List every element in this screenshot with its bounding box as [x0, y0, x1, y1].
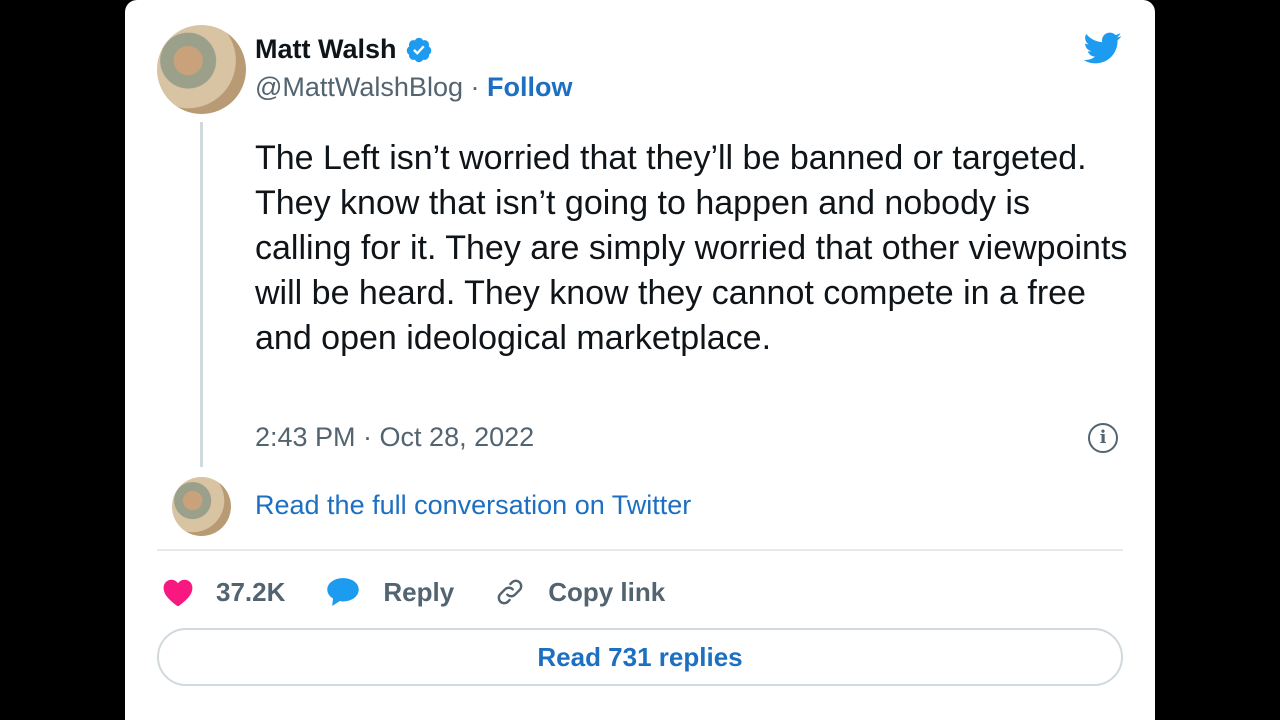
speech-bubble-icon	[327, 578, 360, 606]
like-count: 37.2K	[216, 576, 286, 607]
author-name-row[interactable]: Matt Walsh	[255, 34, 433, 65]
read-full-conversation-link[interactable]: Read the full conversation on Twitter	[255, 490, 691, 521]
author-handle-row: @MattWalshBlog · Follow	[255, 72, 573, 103]
thread-connector-line	[200, 122, 203, 467]
twitter-bird-icon[interactable]	[1079, 28, 1125, 68]
reply-button[interactable]: Reply	[325, 576, 454, 608]
tweet-embed-card: Matt Walsh @MattWalshBlog · Follow The L…	[125, 0, 1155, 720]
tweet-timestamp[interactable]: 2:43 PM · Oct 28, 2022	[255, 422, 534, 453]
divider	[157, 549, 1123, 551]
copy-link-label: Copy link	[548, 576, 666, 607]
reply-label: Reply	[383, 576, 455, 607]
follow-button[interactable]: Follow	[487, 72, 572, 102]
author-avatar[interactable]	[157, 25, 246, 114]
copy-link-button[interactable]: Copy link	[494, 576, 665, 608]
heart-icon	[163, 579, 193, 607]
author-name[interactable]: Matt Walsh	[255, 34, 397, 65]
info-icon[interactable]: i	[1088, 423, 1118, 453]
author-handle[interactable]: @MattWalshBlog	[255, 72, 463, 102]
conversation-avatar[interactable]	[172, 477, 231, 536]
read-replies-button[interactable]: Read 731 replies	[157, 628, 1123, 686]
tweet-text: The Left isn’t worried that they’ll be b…	[255, 139, 1128, 357]
link-icon	[497, 579, 523, 605]
like-button[interactable]: 37.2K	[162, 577, 285, 608]
verified-badge-icon	[406, 37, 431, 62]
handle-separator: ·	[470, 72, 480, 102]
action-bar: 37.2K Reply Copy link	[162, 574, 705, 610]
